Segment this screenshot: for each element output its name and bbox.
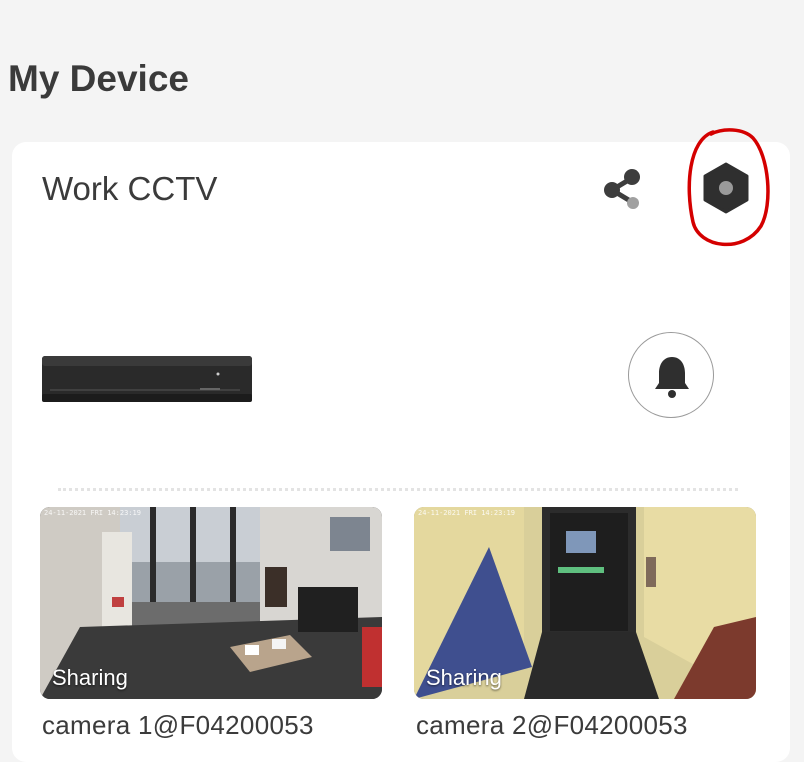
camera-label-2[interactable]: camera 2@F04200053	[416, 710, 688, 741]
divider	[58, 488, 738, 491]
bell-icon	[655, 357, 689, 398]
alarm-button[interactable]	[628, 332, 714, 418]
share-icon	[604, 169, 640, 209]
device-card[interactable]: Work CCTV 24-11-2021 FRI 14:23:19 Sharin…	[12, 128, 790, 762]
share-button[interactable]	[598, 164, 648, 214]
camera-timestamp: 24-11-2021 FRI 14:23:19	[418, 509, 515, 517]
sharing-badge: Sharing	[52, 665, 128, 690]
camera-label-1[interactable]: camera 1@F04200053	[42, 710, 314, 741]
hexagon-settings-icon	[703, 162, 749, 214]
sharing-badge: Sharing	[426, 665, 502, 690]
camera-thumbnail-2[interactable]: 24-11-2021 FRI 14:23:19 Sharing	[414, 507, 756, 699]
device-name: Work CCTV	[42, 170, 218, 207]
camera-thumbnail-1[interactable]: 24-11-2021 FRI 14:23:19 Sharing	[40, 507, 382, 699]
camera-timestamp: 24-11-2021 FRI 14:23:19	[44, 509, 141, 517]
device-settings-button[interactable]	[700, 160, 752, 216]
page-title: My Device	[8, 58, 189, 99]
dvr-device-image	[42, 356, 252, 402]
